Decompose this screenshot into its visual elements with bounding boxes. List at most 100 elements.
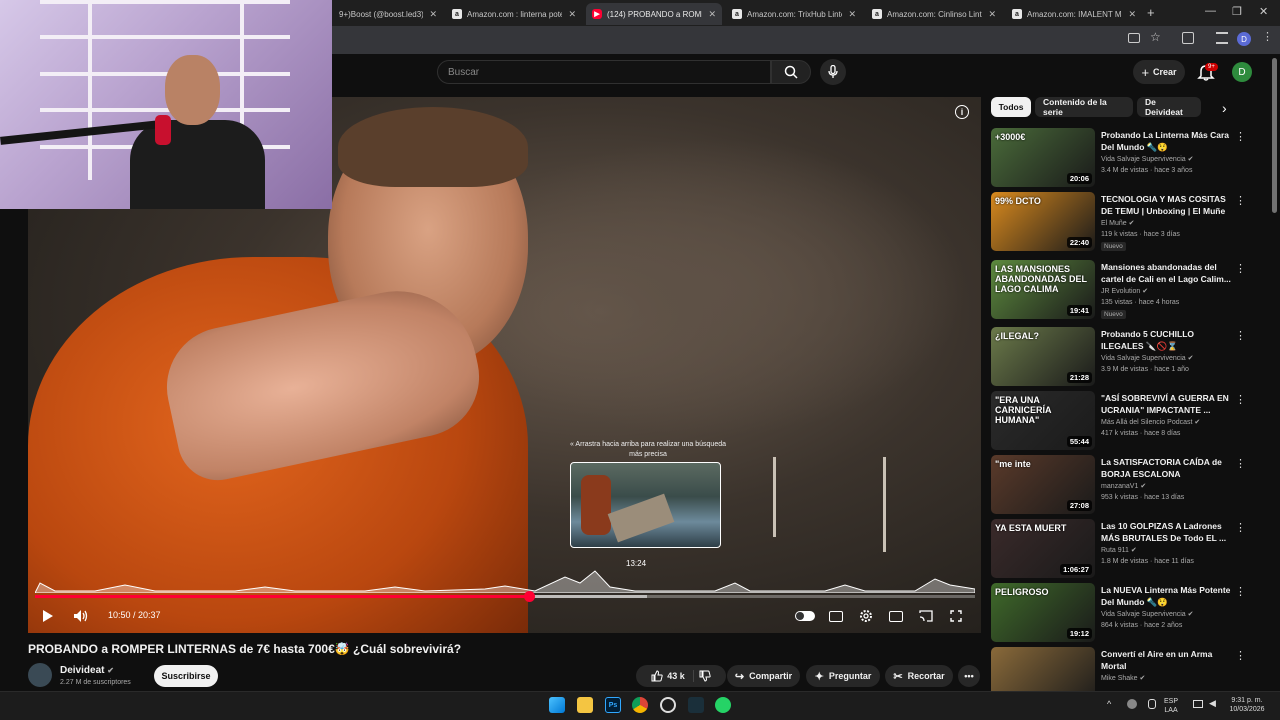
recommendation-item[interactable]: +3000€ 20:06 Probando La Linterna Más Cara… — [991, 128, 1261, 188]
close-tab-icon[interactable]: ✕ — [1128, 9, 1136, 20]
recommendation-item[interactable]: YA ESTA MUERT 1:06:27 Las 10 GOLPIZAS A La… — [991, 519, 1261, 579]
more-options-icon[interactable]: ⋮ — [1235, 130, 1246, 143]
browser-tab-active[interactable]: ▶ (124) PROBANDO a ROMPER ✕ — [586, 3, 722, 25]
more-options-icon[interactable]: ⋮ — [1235, 329, 1246, 342]
bookmark-star-icon[interactable]: ☆ — [1150, 30, 1161, 44]
video-thumbnail[interactable]: "ERA UNA CARNICERÍA HUMANA" 55:44 — [991, 391, 1095, 450]
video-thumbnail[interactable]: 99% DCTO 22:40 — [991, 192, 1095, 251]
close-window-icon[interactable]: ✕ — [1259, 5, 1268, 18]
more-options-icon[interactable]: ⋮ — [1235, 521, 1246, 534]
more-options-icon[interactable]: ⋮ — [1235, 262, 1246, 275]
close-tab-icon[interactable]: ✕ — [848, 9, 856, 20]
recommendation-channel[interactable]: Vida Salvaje Supervivencia ✔ — [1101, 354, 1194, 362]
chevron-right-icon[interactable]: › — [1222, 100, 1227, 116]
video-thumbnail[interactable]: "me inte 27:08 — [991, 455, 1095, 514]
recommendation-item[interactable]: LAS MANSIONES ABANDONADAS DEL LAGO CALIM… — [991, 260, 1261, 320]
recommendation-title[interactable]: La SATISFACTORIA CAÍDA de BORJA ESCALONA — [1101, 456, 1231, 480]
close-tab-icon[interactable]: ✕ — [988, 9, 996, 20]
tray-app-icon[interactable] — [1127, 699, 1137, 709]
video-thumbnail[interactable]: LAS MANSIONES ABANDONADAS DEL LAGO CALIM… — [991, 260, 1095, 319]
file-explorer-icon[interactable] — [577, 697, 593, 713]
search-button[interactable] — [771, 60, 811, 84]
share-button[interactable]: ↪ Compartir — [727, 665, 800, 687]
minimize-icon[interactable]: — — [1205, 5, 1216, 17]
more-options-icon[interactable]: ⋮ — [1235, 585, 1246, 598]
windows-start-icon[interactable] — [549, 697, 565, 713]
channel-name[interactable]: Deivideat ✔ — [60, 665, 114, 676]
recommendation-item[interactable]: "me inte 27:08 La SATISFACTORIA CAÍDA de B… — [991, 455, 1261, 515]
page-scrollbar[interactable] — [1272, 58, 1277, 213]
fullscreen-button[interactable] — [947, 606, 965, 626]
ask-button[interactable]: ✦ Preguntar — [806, 665, 880, 687]
settings-button[interactable] — [857, 606, 875, 626]
browser-tab[interactable]: 9+)Boost (@boost.led3) | ✕ — [333, 3, 443, 25]
network-icon[interactable] — [1193, 700, 1203, 708]
recommendation-channel[interactable]: Más Allá del Silencio Podcast ✔ — [1101, 418, 1200, 426]
clock[interactable]: 9:31 p. m. 10/03/2026 — [1224, 696, 1270, 714]
recommendation-title[interactable]: Probando La Linterna Más Cara Del Mundo … — [1101, 129, 1231, 153]
thumbs-down-icon[interactable] — [699, 670, 711, 682]
video-thumbnail[interactable]: ¿ILEGAL? 21:28 — [991, 327, 1095, 386]
recommendation-item[interactable]: 99% DCTO 22:40 TECNOLOGIA Y MAS COSITAS DE… — [991, 192, 1261, 252]
recommendation-title[interactable]: Mansiones abandonadas del cartel de Cali… — [1101, 261, 1231, 285]
recommendation-title[interactable]: "ASÍ SOBREVIVÍ A GUERRA EN UCRANIA" IMPA… — [1101, 392, 1231, 416]
video-thumbnail[interactable]: YA ESTA MUERT 1:06:27 — [991, 519, 1095, 578]
video-thumbnail[interactable]: PELIGROSO 19:12 — [991, 583, 1095, 642]
keyboard-language[interactable]: ESP LAA — [1164, 697, 1178, 715]
tray-chevron-icon[interactable]: ^ — [1107, 699, 1111, 709]
browser-tab[interactable]: a Amazon.com : linterna pote ✕ — [446, 3, 582, 25]
profile-avatar[interactable]: D — [1237, 32, 1251, 46]
recommendation-item[interactable]: ¿ILEGAL? 21:28 Probando 5 CUCHILLO ILEGALE… — [991, 327, 1261, 387]
video-thumbnail[interactable]: +3000€ 20:06 — [991, 128, 1095, 187]
recommendation-title[interactable]: TECNOLOGIA Y MAS COSITAS DE TEMU | Unbox… — [1101, 193, 1231, 217]
create-button[interactable]: + Crear — [1133, 60, 1185, 84]
chip-channel[interactable]: De Deivideat — [1137, 97, 1201, 117]
close-tab-icon[interactable]: ✕ — [708, 9, 716, 20]
browser-tab[interactable]: a Amazon.com: Cinlinso Linter ✕ — [866, 3, 1002, 25]
cast-button[interactable] — [917, 606, 935, 626]
browser-tab[interactable]: a Amazon.com: TrixHub Linter ✕ — [726, 3, 862, 25]
recommendation-channel[interactable]: JR Evolution ✔ — [1101, 287, 1148, 295]
speaker-icon[interactable]: ◀ — [1209, 698, 1216, 709]
app-icon[interactable] — [688, 697, 704, 713]
more-options-icon[interactable]: ⋮ — [1235, 393, 1246, 406]
recommendation-item[interactable]: PELIGROSO 19:12 La NUEVA Linterna Más Pote… — [991, 583, 1261, 643]
autoplay-toggle[interactable] — [794, 606, 816, 626]
more-actions-button[interactable]: ••• — [958, 665, 980, 687]
recommendation-title[interactable]: Las 10 GOLPIZAS A Ladrones MÁS BRUTALES … — [1101, 520, 1231, 544]
extensions-icon[interactable] — [1182, 32, 1194, 44]
clip-button[interactable]: ✂ Recortar — [885, 665, 953, 687]
like-button[interactable]: 43 k — [651, 670, 694, 682]
browser-menu-icon[interactable]: ⋮ — [1262, 30, 1273, 43]
install-app-icon[interactable] — [1128, 33, 1140, 43]
tray-mic-icon[interactable] — [1148, 699, 1156, 709]
more-options-icon[interactable]: ⋮ — [1235, 457, 1246, 470]
reading-list-icon[interactable] — [1216, 32, 1228, 44]
chip-series[interactable]: Contenido de la serie — [1035, 97, 1133, 117]
recommendation-title[interactable]: Convertí el Aire en un Arma Mortal — [1101, 648, 1231, 672]
account-avatar[interactable]: D — [1232, 62, 1252, 82]
close-tab-icon[interactable]: ✕ — [429, 9, 437, 20]
volume-button[interactable] — [70, 606, 92, 626]
recommendation-title[interactable]: Probando 5 CUCHILLO ILEGALES 🔪🚫⌛ — [1101, 328, 1231, 352]
obs-icon[interactable] — [660, 697, 676, 713]
chrome-icon[interactable] — [632, 697, 648, 713]
whatsapp-icon[interactable] — [715, 697, 731, 713]
recommendation-channel[interactable]: Mike Shake ✔ — [1101, 674, 1145, 682]
voice-search-button[interactable] — [820, 59, 846, 85]
maximize-icon[interactable]: ❐ — [1232, 5, 1242, 18]
recommendation-channel[interactable]: El Muñe ✔ — [1101, 219, 1135, 227]
recommendation-channel[interactable]: Vida Salvaje Supervivencia ✔ — [1101, 610, 1194, 618]
recommendation-channel[interactable]: manzanaV1 ✔ — [1101, 482, 1146, 490]
chip-all[interactable]: Todos — [991, 97, 1031, 117]
more-options-icon[interactable]: ⋮ — [1235, 649, 1246, 662]
subscribe-button[interactable]: Suscribirse — [154, 665, 218, 687]
close-tab-icon[interactable]: ✕ — [568, 9, 576, 20]
new-tab-icon[interactable]: + — [1147, 5, 1155, 20]
recommendation-channel[interactable]: Vida Salvaje Supervivencia ✔ — [1101, 155, 1194, 163]
search-input[interactable]: Buscar — [437, 60, 771, 84]
recommendation-title[interactable]: La NUEVA Linterna Más Potente Del Mundo … — [1101, 584, 1231, 608]
more-options-icon[interactable]: ⋮ — [1235, 194, 1246, 207]
photoshop-icon[interactable]: Ps — [605, 697, 621, 713]
recommendation-channel[interactable]: Ruta 911 ✔ — [1101, 546, 1137, 554]
